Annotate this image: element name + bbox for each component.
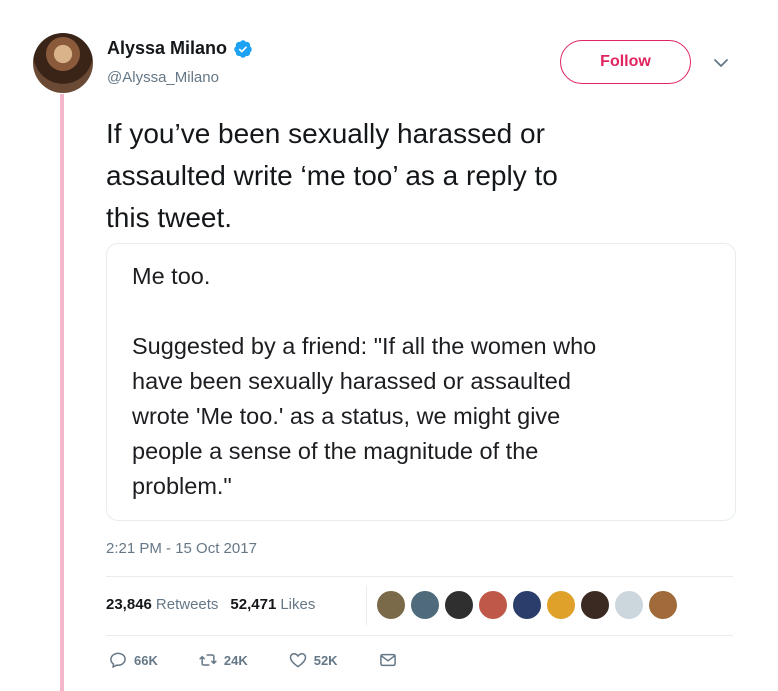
liker-avatar[interactable] [580, 590, 610, 620]
handle[interactable]: @Alyssa_Milano [107, 69, 219, 86]
liker-avatar[interactable] [376, 590, 406, 620]
follow-button[interactable]: Follow [560, 40, 691, 84]
display-name[interactable]: Alyssa Milano [107, 38, 227, 59]
retweets-label[interactable]: Retweets [156, 596, 219, 613]
retweet-count: 24K [223, 652, 248, 668]
retweets-count[interactable]: 23,846 [106, 596, 152, 613]
timestamp[interactable]: 2:21 PM - 15 Oct 2017 [106, 540, 257, 557]
reply-button[interactable]: 66K [108, 650, 158, 670]
likes-label[interactable]: Likes [280, 596, 315, 613]
liker-avatar[interactable] [648, 590, 678, 620]
tweet-text: If you’ve been sexually harassed or assa… [106, 118, 558, 233]
attached-image[interactable]: Me too. Suggested by a friend: "If all t… [106, 243, 736, 521]
heart-icon [289, 653, 306, 668]
verified-badge-icon [234, 39, 252, 58]
avatar[interactable] [33, 33, 93, 93]
liker-avatar[interactable] [546, 590, 576, 620]
liker-avatar[interactable] [444, 590, 474, 620]
reply-count: 66K [134, 652, 158, 668]
divider-top [106, 576, 733, 577]
direct-message-button[interactable] [378, 650, 404, 670]
chevron-down-icon[interactable] [713, 58, 729, 68]
divider-bottom [106, 635, 733, 636]
envelope-icon [379, 653, 396, 667]
image-text: Me too. Suggested by a friend: "If all t… [132, 263, 597, 499]
like-count: 52K [313, 652, 338, 668]
liker-avatar[interactable] [512, 590, 542, 620]
liker-avatar[interactable] [614, 590, 644, 620]
retweet-button[interactable]: 24K [198, 650, 248, 670]
like-button[interactable]: 52K [288, 650, 338, 670]
reply-icon [110, 652, 126, 668]
action-bar: 66K 24K 52K [108, 650, 404, 670]
stats-separator [366, 585, 367, 625]
author-name-row[interactable]: Alyssa Milano [107, 38, 253, 59]
thread-line [60, 94, 64, 691]
liker-avatar[interactable] [478, 590, 508, 620]
retweet-icon [199, 654, 217, 666]
liker-avatars [376, 590, 682, 620]
stats-row: 23,846 Retweets 52,471 Likes [106, 596, 315, 613]
likes-count[interactable]: 52,471 [230, 596, 276, 613]
liker-avatar[interactable] [410, 590, 440, 620]
